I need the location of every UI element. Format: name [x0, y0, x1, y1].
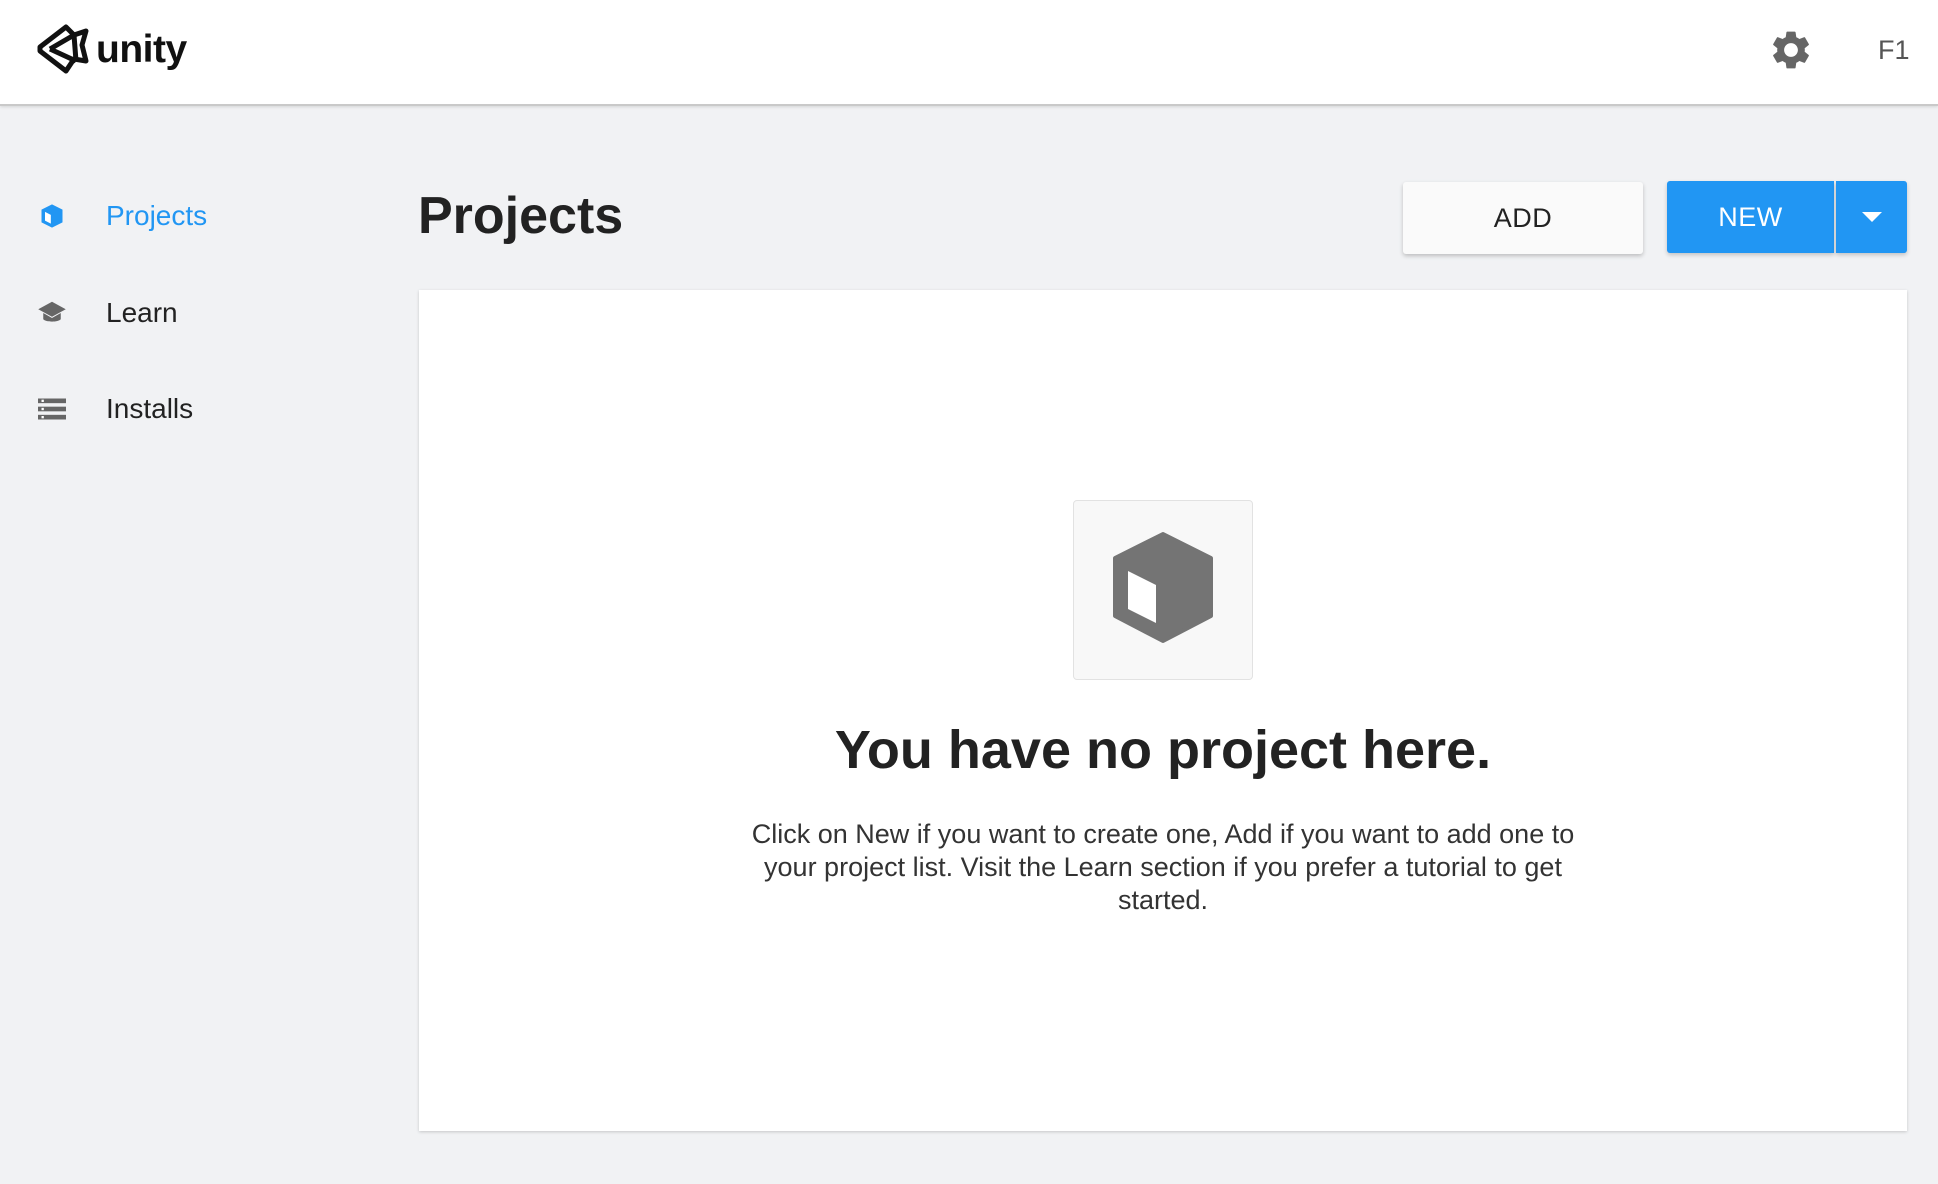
gear-icon[interactable]	[1768, 27, 1814, 73]
page-title: Projects	[418, 187, 624, 245]
caret-down-icon	[1861, 210, 1882, 225]
empty-state-title: You have no project here.	[834, 720, 1492, 780]
sidebar-item-label: Installs	[106, 393, 194, 424]
sidebar-item-projects[interactable]: Projects	[0, 176, 400, 256]
sidebar-item-installs[interactable]: Installs	[0, 369, 400, 449]
empty-state-description: Click on New if you want to create one, …	[751, 819, 1575, 915]
sidebar-item-learn[interactable]: Learn	[0, 273, 400, 353]
sidebar-item-label: Learn	[106, 297, 178, 328]
projects-panel: You have no project here. Click on New i…	[419, 290, 1907, 1131]
account-button[interactable]: F1	[1878, 32, 1910, 68]
logo-text: unity	[96, 27, 187, 71]
top-bar: unity F1	[0, 0, 1938, 106]
new-dropdown-button[interactable]	[1836, 181, 1907, 253]
list-icon	[36, 393, 68, 425]
unity-logo: unity	[36, 22, 187, 76]
empty-state-icon-box	[1073, 500, 1253, 680]
new-button[interactable]: NEW	[1667, 181, 1834, 253]
cube-icon	[36, 200, 68, 232]
sidebar-item-label: Projects	[106, 200, 208, 231]
cube-icon	[1110, 531, 1216, 650]
graduation-cap-icon	[36, 297, 68, 329]
add-button[interactable]: ADD	[1403, 182, 1643, 254]
unity-logo-icon	[37, 24, 89, 74]
